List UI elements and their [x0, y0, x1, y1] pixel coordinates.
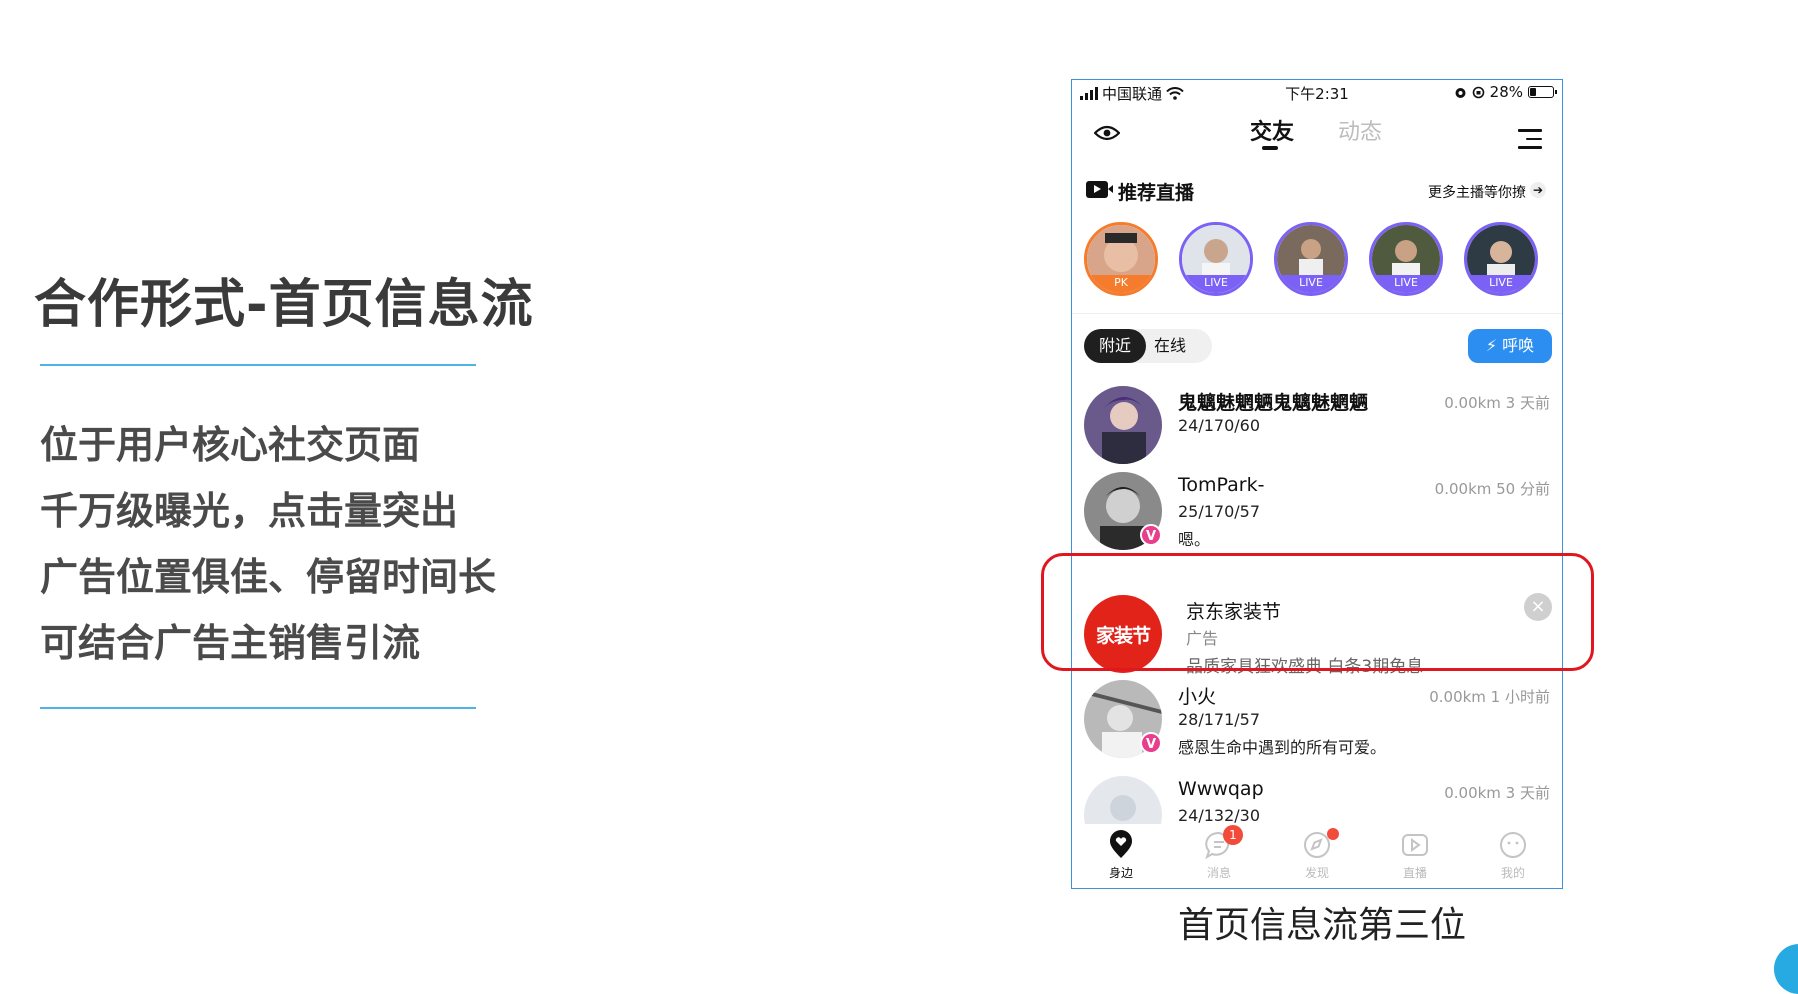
tab-friends[interactable]: 交友 [1250, 114, 1294, 146]
arrow-right-icon[interactable]: ➔ [1530, 182, 1546, 198]
ad-highlight-frame [1041, 553, 1594, 671]
live-avatar-row: PK LIVE LIVE LIVE LIVE [1084, 222, 1538, 296]
alarm-icon [1455, 87, 1466, 98]
live-section-title: 推荐直播 [1118, 182, 1195, 204]
tab-nearby[interactable]: 身边 [1072, 824, 1170, 888]
pk-badge: PK [1087, 275, 1155, 293]
filter-online[interactable]: 在线 [1154, 329, 1206, 363]
tab-profile[interactable]: 我的 [1464, 824, 1562, 888]
tab-discover[interactable]: 发现 [1268, 824, 1366, 888]
benefit-item: 位于用户核心社交页面 [40, 423, 421, 467]
user-stats: 24/170/60 [1178, 416, 1261, 435]
user-name: Wwwqap [1178, 778, 1264, 800]
section-divider [1072, 313, 1562, 314]
status-bar: 中国联通 下午2:31 28% [1072, 80, 1562, 104]
tab-indicator [1262, 146, 1278, 150]
user-name: 鬼魑魅魍魉鬼魑魅魍魉 [1178, 392, 1369, 414]
tab-live[interactable]: 直播 [1366, 824, 1464, 888]
call-button[interactable]: ⚡ 呼唤 [1468, 329, 1552, 363]
distance-time: 0.00km 50 分前 [1434, 480, 1550, 498]
benefit-list: 位于用户核心社交页面 千万级曝光，点击量突出 广告位置俱佳、停留时间长 可结合广… [40, 412, 496, 676]
user-avatar [1084, 386, 1162, 464]
tab-messages[interactable]: 1 消息 [1170, 824, 1268, 888]
user-name: 小火 [1178, 686, 1217, 708]
feed-item[interactable]: V 小火 0.00km 1 小时前 28/171/57 感恩生命中遇到的所有可爱… [1072, 680, 1562, 758]
benefit-item: 可结合广告主销售引流 [40, 621, 421, 665]
distance-time: 0.00km 3 天前 [1444, 784, 1550, 802]
slide-title: 合作形式-首页信息流 [34, 275, 534, 335]
live-avatar[interactable]: LIVE [1179, 222, 1253, 296]
corner-decoration [1774, 944, 1798, 994]
more-streamers-link[interactable]: 更多主播等你撩 [1428, 182, 1526, 202]
user-name: TomPark- [1178, 474, 1265, 496]
live-video-icon [1086, 181, 1113, 198]
battery-icon [1528, 86, 1557, 98]
live-badge: LIVE [1277, 275, 1345, 293]
notification-dot [1327, 828, 1339, 840]
tab-moments[interactable]: 动态 [1338, 114, 1382, 146]
unread-count-badge: 1 [1223, 825, 1243, 845]
benefit-item: 广告位置俱佳、停留时间长 [40, 555, 497, 599]
verified-badge-icon: V [1140, 732, 1162, 754]
menu-icon[interactable] [1518, 129, 1542, 149]
lightning-icon: ⚡ [1485, 336, 1498, 355]
live-avatar[interactable]: LIVE [1464, 222, 1538, 296]
top-divider [40, 364, 476, 366]
live-avatar[interactable]: LIVE [1274, 222, 1348, 296]
eye-icon[interactable] [1094, 124, 1120, 142]
tab-label: 发现 [1304, 866, 1329, 880]
call-button-label: 呼唤 [1502, 336, 1535, 355]
user-stats: 28/171/57 [1178, 710, 1261, 729]
distance-time: 0.00km 1 小时前 [1429, 688, 1550, 706]
live-avatar[interactable]: LIVE [1369, 222, 1443, 296]
phone-screenshot: 中国联通 下午2:31 28% 交友 动态 推荐直播 更多主播等你撩 ➔ PK [1071, 79, 1563, 889]
tab-label: 我的 [1500, 866, 1525, 880]
verified-badge-icon: V [1140, 524, 1162, 546]
bottom-tab-bar: 身边 1 消息 发现 直播 我的 [1072, 824, 1562, 888]
live-badge: LIVE [1467, 275, 1535, 293]
user-stats: 24/132/30 [1178, 806, 1261, 825]
battery-percent: 28% [1489, 83, 1523, 101]
benefit-item: 千万级曝光，点击量突出 [40, 489, 459, 533]
user-status-message: 嗯。 [1178, 530, 1211, 549]
live-video-icon [1402, 834, 1428, 856]
user-status-message: 感恩生命中遇到的所有可爱。 [1178, 738, 1387, 757]
feed-item[interactable]: 鬼魑魅魍魉鬼魑魅魍魉 0.00km 3 天前 24/170/60 [1072, 386, 1562, 464]
slide-caption: 首页信息流第三位 [1177, 905, 1466, 946]
bottom-divider [40, 707, 476, 709]
feed-item[interactable]: V TomPark- 0.00km 50 分前 25/170/57 嗯。 [1072, 472, 1562, 550]
location-pin-icon [1110, 830, 1132, 858]
filter-nearby[interactable]: 附近 [1084, 329, 1146, 363]
tab-label: 身边 [1108, 866, 1133, 880]
tab-label: 消息 [1206, 866, 1231, 880]
live-section-header: 推荐直播 更多主播等你撩 ➔ [1072, 176, 1562, 206]
tab-label: 直播 [1402, 866, 1427, 880]
live-badge: LIVE [1182, 275, 1250, 293]
top-nav: 交友 动态 [1072, 104, 1562, 162]
distance-time: 0.00km 3 天前 [1444, 394, 1550, 412]
profile-face-icon [1500, 832, 1526, 858]
rotation-lock-icon [1472, 86, 1484, 98]
live-avatar[interactable]: PK [1084, 222, 1158, 296]
user-stats: 25/170/57 [1178, 502, 1261, 521]
nearby-online-toggle: 附近 在线 [1084, 329, 1212, 363]
live-badge: LIVE [1372, 275, 1440, 293]
